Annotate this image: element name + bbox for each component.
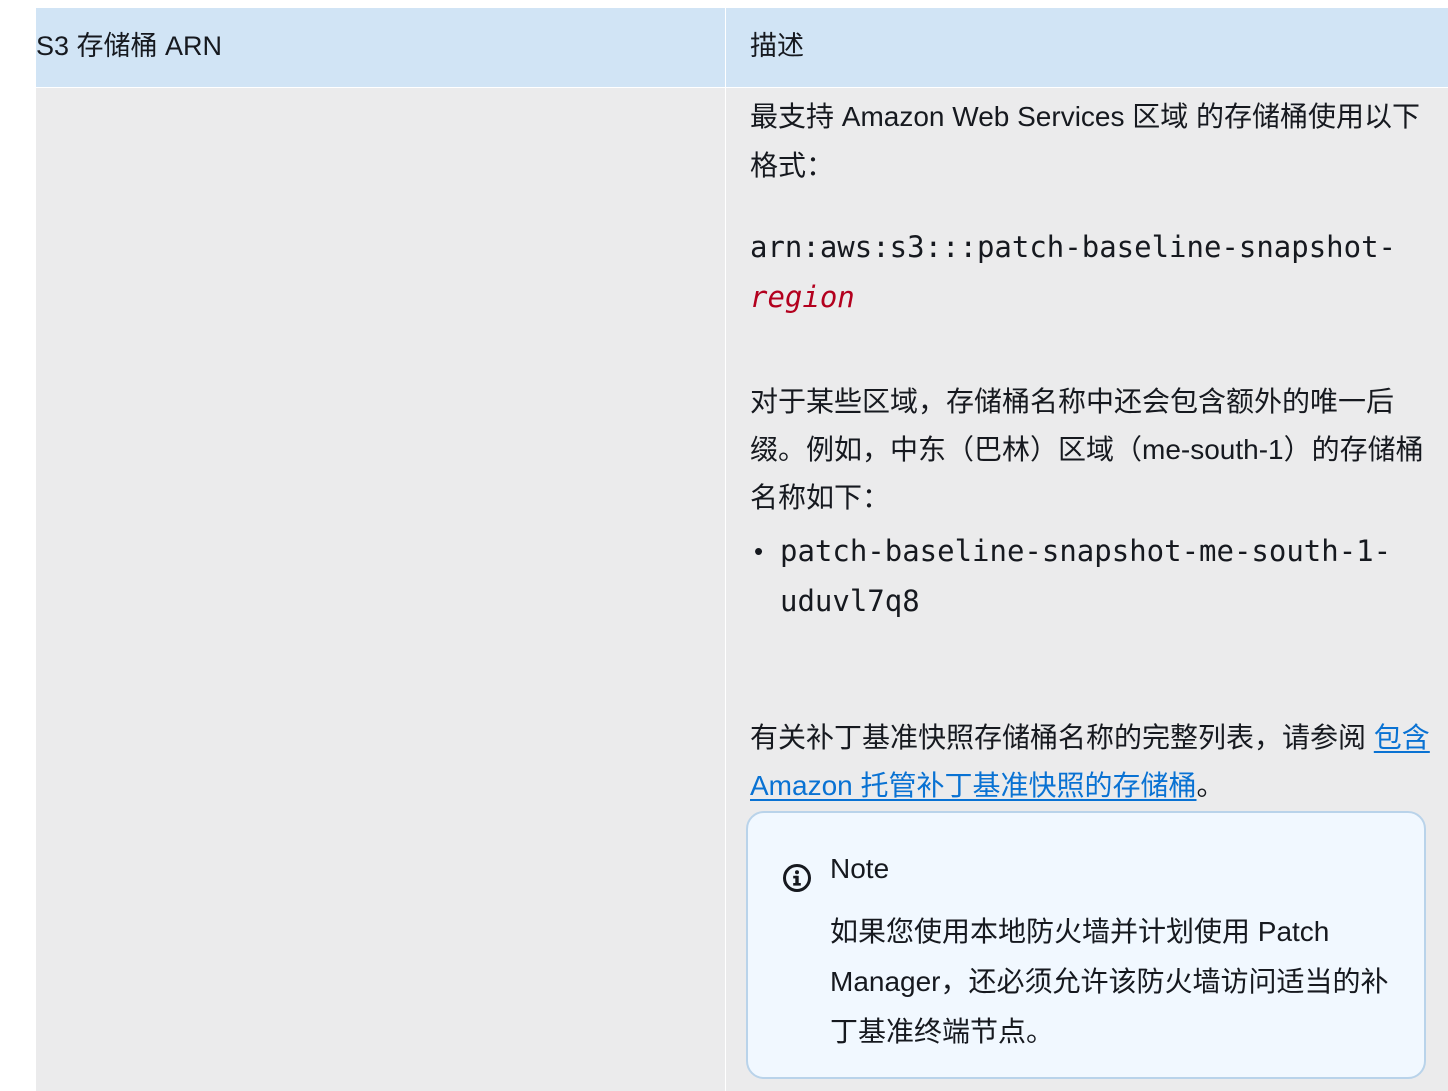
format-intro-text: 最支持 Amazon Web Services 区域 的存储桶使用以下格式： [750,101,1421,181]
header-divider [36,87,1448,88]
table-header-row [36,8,1448,87]
region-suffix-note: 对于某些区域，存储桶名称中还会包含额外的唯一后缀。例如，中东（巴林）区域（me-… [750,386,1424,513]
column-header-s3-bucket-arn: S3 存储桶 ARN [36,31,223,61]
note-callout: Note 如果您使用本地防火墙并计划使用 Patch Manager，还必须允许… [746,811,1426,1079]
note-body: 如果您使用本地防火墙并计划使用 Patch Manager，还必须允许该防火墙访… [830,916,1389,1047]
list-item: • patch-baseline-snapshot-me-south-1-udu… [750,526,1430,626]
column-divider [725,8,726,1091]
arn-region-variable: region [750,280,855,314]
bucket-example-list: • patch-baseline-snapshot-me-south-1-udu… [750,526,1430,626]
column-header-description: 描述 [750,31,804,61]
info-icon [783,864,811,892]
description-cell: 最支持 Amazon Web Services 区域 的存储桶使用以下格式： [750,92,1430,190]
full-list-prefix: 有关补丁基准快照存储桶名称的完整列表，请参阅 [750,722,1374,753]
note-title: Note [830,853,890,884]
arn-prefix: arn:aws:s3:::patch-baseline-snapshot- [750,230,1397,264]
full-list-text: 有关补丁基准快照存储桶名称的完整列表，请参阅 包含 Amazon 托管补丁基准快… [750,714,1440,810]
bucket-example-name: patch-baseline-snapshot-me-south-1-uduvl… [780,534,1392,618]
arn-format-code: arn:aws:s3:::patch-baseline-snapshot- re… [750,222,1430,322]
bucket-arn-table: S3 存储桶 ARN 描述 最支持 Amazon Web Services 区域… [36,8,1448,1091]
full-list-suffix: 。 [1196,770,1225,801]
bullet-icon: • [754,536,764,566]
